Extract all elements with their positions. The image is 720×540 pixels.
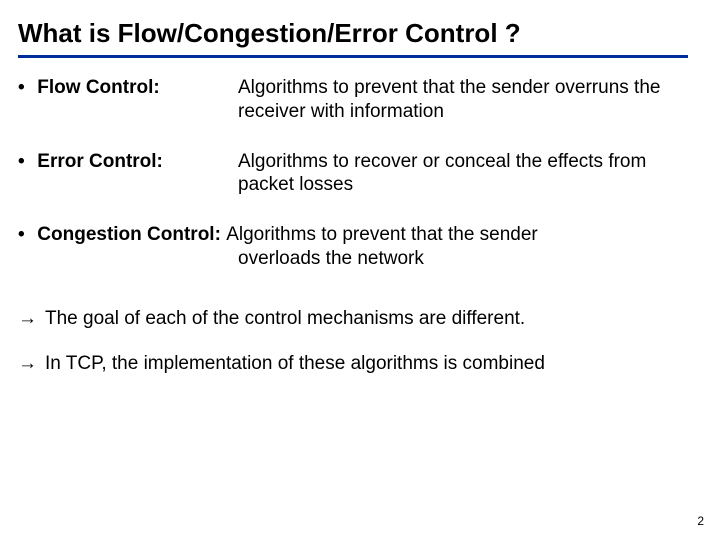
definition-row-congestion: • Congestion Control: Algorithms to prev… — [18, 223, 696, 271]
tcp-line: → In TCP, the implementation of these al… — [18, 352, 696, 376]
error-label: • Error Control: — [18, 150, 238, 198]
page-number: 2 — [697, 514, 704, 528]
slide-title: What is Flow/Congestion/Error Control ? — [18, 18, 696, 49]
flow-label: • Flow Control: — [18, 76, 238, 124]
congestion-label: • Congestion Control: — [18, 224, 226, 245]
title-underline — [18, 55, 688, 58]
flow-label-text: Flow Control: — [32, 77, 160, 98]
error-definition: Algorithms to recover or conceal the eff… — [238, 150, 696, 198]
flow-definition: Algorithms to prevent that the sender ov… — [238, 76, 696, 124]
goal-text: The goal of each of the control mechanis… — [45, 307, 696, 331]
congestion-label-text: Congestion Control: — [32, 224, 221, 245]
arrow-icon: → — [18, 352, 37, 376]
slide-content: • Flow Control: Algorithms to prevent th… — [18, 76, 696, 376]
definition-row-flow: • Flow Control: Algorithms to prevent th… — [18, 76, 696, 124]
arrow-icon: → — [18, 307, 37, 331]
error-label-text: Error Control: — [32, 151, 163, 172]
definition-row-error: • Error Control: Algorithms to recover o… — [18, 150, 696, 198]
congestion-def-line1: Algorithms to prevent that the sender — [226, 224, 538, 245]
congestion-def-line2: overloads the network — [18, 247, 696, 271]
tcp-text: In TCP, the implementation of these algo… — [45, 352, 696, 376]
goal-line: → The goal of each of the control mechan… — [18, 307, 696, 331]
